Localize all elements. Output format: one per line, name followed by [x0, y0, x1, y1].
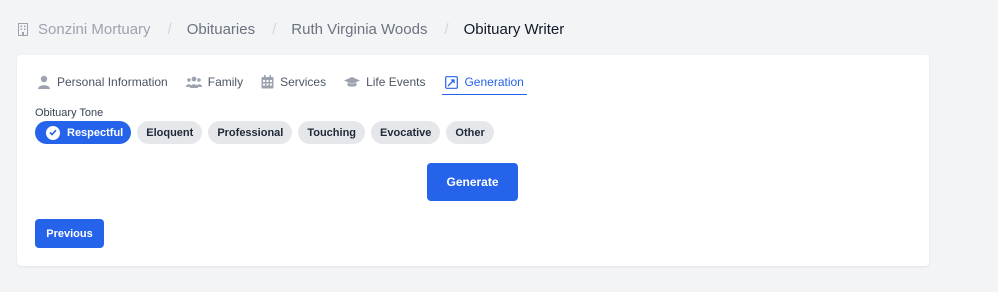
breadcrumb-separator: / [167, 20, 172, 38]
tab-label: Services [280, 75, 327, 89]
breadcrumb-item-current: Obituary Writer [463, 20, 565, 38]
breadcrumb-item-obituaries[interactable]: Obituaries [187, 21, 255, 38]
tab-label: Life Events [366, 75, 426, 89]
generate-button[interactable]: Generate [427, 163, 518, 201]
tab-label: Family [207, 75, 244, 89]
tone-option-eloquent[interactable]: Eloquent [137, 121, 203, 144]
user-icon [38, 75, 50, 89]
tone-option-evocative[interactable]: Evocative [371, 121, 441, 144]
tone-option-label: Respectful [67, 126, 124, 139]
breadcrumb-separator: / [272, 20, 277, 38]
tone-option-respectful[interactable]: Respectful [35, 121, 132, 144]
breadcrumb-item-person[interactable]: Ruth Virginia Woods [291, 21, 427, 38]
tab-bar: Personal Information Family Services Lif… [36, 70, 543, 95]
tab-label: Generation [464, 75, 524, 89]
generate-icon [445, 75, 459, 89]
graduation-cap-icon [344, 77, 361, 87]
breadcrumb-separator: / [444, 20, 449, 38]
check-circle-icon [46, 125, 60, 140]
users-icon [185, 76, 202, 88]
tone-option-other[interactable]: Other [446, 121, 494, 144]
calendar-icon [261, 75, 274, 89]
tab-label: Personal Information [57, 75, 168, 89]
previous-button[interactable]: Previous [35, 219, 104, 248]
breadcrumb-label: Sonzini Mortuary [38, 20, 151, 38]
obituary-tone-label: Obituary Tone [35, 107, 104, 119]
building-icon [18, 22, 28, 36]
tone-option-touching[interactable]: Touching [298, 121, 366, 144]
tab-services[interactable]: Services [260, 70, 327, 94]
tab-life-events[interactable]: Life Events [343, 70, 426, 94]
tab-family[interactable]: Family [185, 70, 244, 94]
breadcrumb: Sonzini Mortuary / Obituaries / Ruth Vir… [18, 19, 564, 39]
tone-option-professional[interactable]: Professional [208, 121, 293, 144]
breadcrumb-item-mortuary[interactable]: Sonzini Mortuary [18, 21, 151, 38]
tab-generation[interactable]: Generation [442, 70, 527, 95]
obituary-writer-card: Personal Information Family Services Lif… [17, 55, 929, 266]
tone-options: Respectful Eloquent Professional Touchin… [35, 121, 500, 144]
tab-personal-information[interactable]: Personal Information [36, 70, 169, 94]
